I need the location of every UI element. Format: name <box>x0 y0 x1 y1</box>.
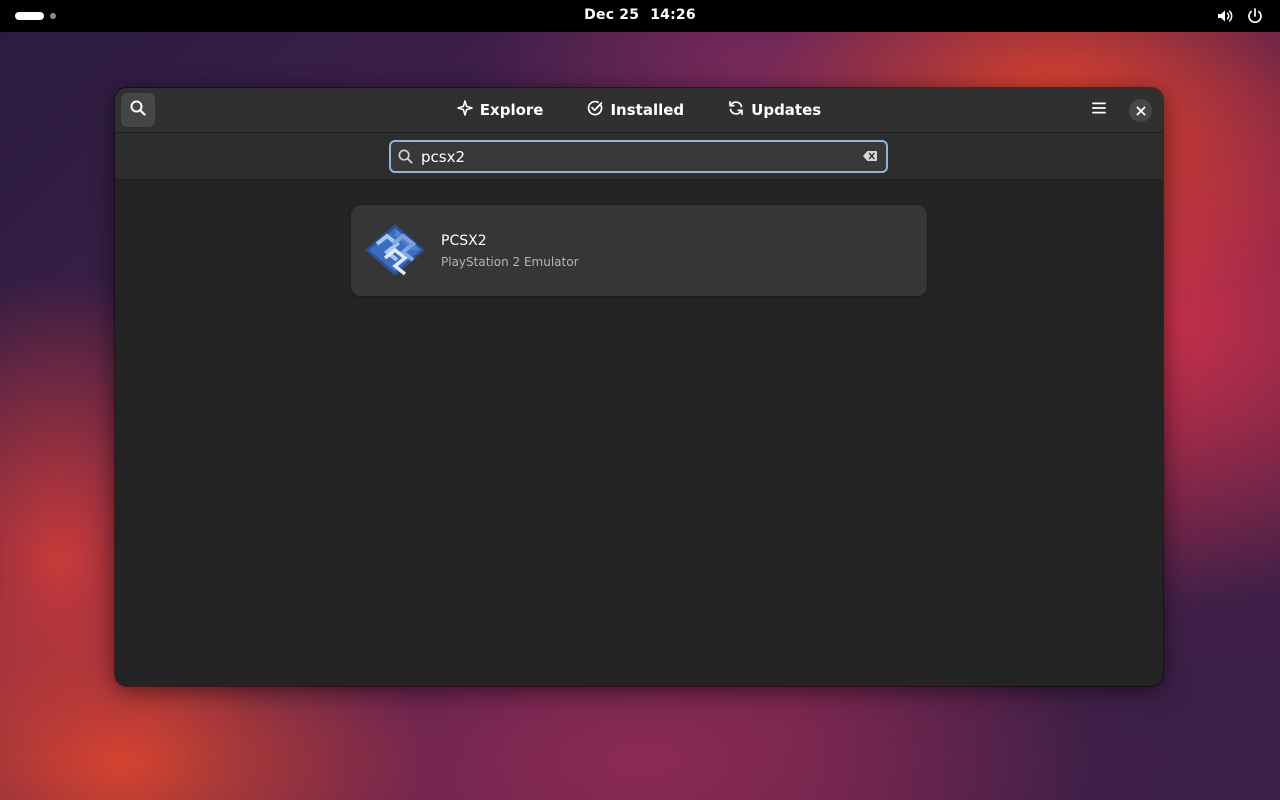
search-icon <box>397 148 415 166</box>
volume-icon[interactable] <box>1216 7 1234 25</box>
clear-search-icon[interactable] <box>862 148 880 166</box>
pcsx2-app-icon <box>363 222 427 278</box>
hamburger-icon <box>1091 100 1107 120</box>
sparkle-icon <box>456 100 473 120</box>
tab-explore-label: Explore <box>479 101 544 119</box>
tab-installed-label: Installed <box>610 101 685 119</box>
clock-date: Dec 25 <box>584 7 640 23</box>
app-summary: PlayStation 2 Emulator <box>441 255 579 269</box>
software-window: Explore Installed Updates pcsx2 PCSX2 Pl… <box>115 88 1163 686</box>
clock-time: 14:26 <box>650 7 696 23</box>
app-name: PCSX2 <box>441 233 487 249</box>
search-bar <box>115 133 1163 180</box>
app-result-tile[interactable]: PCSX2 PlayStation 2 Emulator <box>351 205 927 296</box>
search-input[interactable] <box>421 143 862 170</box>
tab-installed[interactable]: Installed <box>565 88 706 132</box>
refresh-icon <box>728 100 744 120</box>
tab-updates-label: Updates <box>751 101 822 119</box>
search-entry[interactable] <box>389 140 888 173</box>
clock[interactable]: Dec 25 14:26 <box>0 7 1280 23</box>
close-window-button[interactable] <box>1129 99 1152 122</box>
header-bar: Explore Installed Updates <box>115 88 1163 133</box>
tab-updates[interactable]: Updates <box>706 88 843 132</box>
check-circle-icon <box>587 100 603 120</box>
close-icon <box>1136 101 1146 120</box>
main-menu-button[interactable] <box>1087 98 1111 122</box>
view-switcher: Explore Installed Updates <box>115 88 1163 132</box>
power-icon[interactable] <box>1246 7 1264 25</box>
tab-explore[interactable]: Explore <box>435 88 566 132</box>
system-tray[interactable] <box>1216 7 1264 25</box>
top-bar: Dec 25 14:26 <box>0 0 1280 32</box>
